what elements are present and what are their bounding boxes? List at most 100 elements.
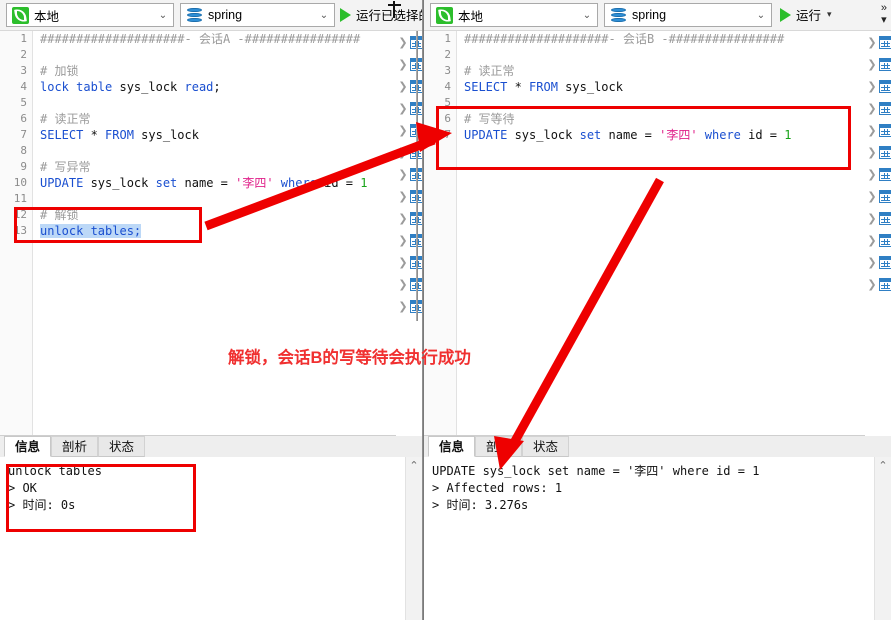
chevron-down-icon[interactable]: ⌄ xyxy=(155,10,171,21)
code-line[interactable]: SELECT * FROM sys_lock xyxy=(464,79,891,95)
code-line[interactable]: UPDATE sys_lock set name = '李四' where id… xyxy=(40,175,422,191)
chevron-right-icon[interactable]: ❯ xyxy=(865,36,879,49)
chevron-right-icon[interactable]: ❯ xyxy=(396,300,410,313)
table-tree-row[interactable]: ❯ xyxy=(396,141,422,163)
left-output-scrollbar[interactable]: ⌃ xyxy=(405,457,422,620)
code-line[interactable]: # 读正常 xyxy=(464,63,891,79)
session-b-pane: 本地 ⌄ spring ⌄ 运行 ▾ » ▾ 1234567 #########… xyxy=(424,0,891,620)
code-line[interactable] xyxy=(40,95,422,111)
chevron-down-icon[interactable]: ⌄ xyxy=(753,10,769,21)
chevron-right-icon[interactable]: ❯ xyxy=(396,212,410,225)
right-run-button[interactable]: 运行 ▾ xyxy=(780,5,832,24)
table-tree-row[interactable]: ❯ xyxy=(865,207,891,229)
results-tab-0[interactable]: 信息 xyxy=(4,436,52,457)
chevron-down-icon[interactable]: ▾ xyxy=(827,9,832,20)
table-tree-row[interactable]: ❯ xyxy=(865,31,891,53)
table-tree-row[interactable]: ❯ xyxy=(396,273,422,295)
chevron-right-icon[interactable]: ❯ xyxy=(865,124,879,137)
table-tree-row[interactable]: ❯ xyxy=(865,141,891,163)
toolbar-overflow-button[interactable]: » ▾ xyxy=(881,2,887,26)
code-line[interactable]: ####################- 会话A -#############… xyxy=(40,31,422,47)
scroll-up-icon[interactable]: ⌃ xyxy=(406,459,422,472)
chevron-right-icon[interactable]: ❯ xyxy=(865,234,879,247)
code-line[interactable]: lock table sys_lock read; xyxy=(40,79,422,95)
code-line[interactable]: SELECT * FROM sys_lock xyxy=(40,127,422,143)
right-sql-editor[interactable]: 1234567 ####################- 会话B -#####… xyxy=(424,31,891,436)
results-tab-0[interactable]: 信息 xyxy=(428,436,476,457)
left-database-combo[interactable]: spring ⌄ xyxy=(180,3,335,27)
chevron-down-icon[interactable]: ⌄ xyxy=(579,10,595,21)
code-line[interactable] xyxy=(40,191,422,207)
results-tab-2[interactable]: 状态 xyxy=(522,436,570,457)
table-tree-row[interactable]: ❯ xyxy=(396,31,422,53)
table-tree-row[interactable]: ❯ xyxy=(865,251,891,273)
code-line[interactable] xyxy=(464,47,891,63)
left-results-tabs[interactable]: 信息 剖析 状态 xyxy=(0,436,422,458)
table-tree-row[interactable]: ❯ xyxy=(865,229,891,251)
chevron-right-icon[interactable]: ❯ xyxy=(396,278,410,291)
left-table-tree-strip[interactable]: ❯ ❯ ❯ ❯ ❯ ❯ ❯ ❯ ❯ ❯ ❯ ❯ ❯ xyxy=(396,31,422,321)
table-tree-row[interactable]: ❯ xyxy=(865,53,891,75)
chevron-right-icon[interactable]: ❯ xyxy=(865,102,879,115)
right-table-tree-strip[interactable]: ❯ ❯ ❯ ❯ ❯ ❯ ❯ ❯ ❯ ❯ ❯ ❯ xyxy=(865,31,891,321)
left-inner-divider[interactable] xyxy=(416,31,418,321)
table-tree-row[interactable]: ❯ xyxy=(396,75,422,97)
chevron-right-icon[interactable]: ❯ xyxy=(865,80,879,93)
table-tree-row[interactable]: ❯ xyxy=(396,97,422,119)
chevron-right-icon[interactable]: ❯ xyxy=(396,102,410,115)
chevron-right-icon[interactable]: ❯ xyxy=(865,168,879,181)
results-tab-1[interactable]: 剖析 xyxy=(51,436,99,457)
results-tab-1[interactable]: 剖析 xyxy=(475,436,523,457)
right-output-scrollbar[interactable]: ⌃ xyxy=(874,457,891,620)
chevron-right-icon[interactable]: ❯ xyxy=(396,80,410,93)
chevron-right-icon[interactable]: ❯ xyxy=(865,212,879,225)
code-line[interactable] xyxy=(40,143,422,159)
table-tree-row[interactable]: ❯ xyxy=(865,185,891,207)
code-line[interactable] xyxy=(40,47,422,63)
table-tree-row[interactable]: ❯ xyxy=(865,163,891,185)
left-database-label: spring xyxy=(208,8,243,22)
chevron-right-icon[interactable]: ❯ xyxy=(396,168,410,181)
code-token: id = xyxy=(316,176,361,190)
right-sql-code[interactable]: ####################- 会话B -#############… xyxy=(464,31,891,436)
chevron-right-icon[interactable]: ❯ xyxy=(865,278,879,291)
right-connection-combo[interactable]: 本地 ⌄ xyxy=(430,3,598,27)
code-line[interactable]: ####################- 会话B -#############… xyxy=(464,31,891,47)
chevron-right-icon[interactable]: ❯ xyxy=(396,190,410,203)
scroll-up-icon[interactable]: ⌃ xyxy=(875,459,891,472)
table-tree-row[interactable]: ❯ xyxy=(396,251,422,273)
right-database-combo[interactable]: spring ⌄ xyxy=(604,3,772,27)
chevron-right-icon[interactable]: ❯ xyxy=(396,234,410,247)
chevron-right-icon[interactable]: ❯ xyxy=(865,190,879,203)
chevron-right-icon[interactable]: ❯ xyxy=(396,36,410,49)
table-tree-row[interactable]: ❯ xyxy=(865,273,891,295)
table-tree-row[interactable]: ❯ xyxy=(396,185,422,207)
left-run-selected-button[interactable]: 运行已选择的 xyxy=(340,5,422,24)
chevron-right-icon[interactable]: ❯ xyxy=(396,256,410,269)
overflow-caret-icon[interactable]: ▾ xyxy=(881,14,887,26)
table-tree-row[interactable]: ❯ xyxy=(396,119,422,141)
table-tree-row[interactable]: ❯ xyxy=(396,229,422,251)
table-tree-row[interactable]: ❯ xyxy=(865,119,891,141)
overflow-chevrons-icon[interactable]: » xyxy=(881,2,887,14)
code-line[interactable]: # 加锁 xyxy=(40,63,422,79)
results-tab-2[interactable]: 状态 xyxy=(98,436,146,457)
code-line[interactable]: # 读正常 xyxy=(40,111,422,127)
right-results-tabs[interactable]: 信息 剖析 状态 xyxy=(424,436,891,458)
highlight-box-left-output xyxy=(6,464,196,532)
table-tree-row[interactable]: ❯ xyxy=(396,53,422,75)
left-connection-combo[interactable]: 本地 ⌄ xyxy=(6,3,174,27)
chevron-right-icon[interactable]: ❯ xyxy=(865,58,879,71)
chevron-right-icon[interactable]: ❯ xyxy=(396,146,410,159)
table-tree-row[interactable]: ❯ xyxy=(865,75,891,97)
table-tree-row[interactable]: ❯ xyxy=(865,97,891,119)
code-line[interactable]: # 写异常 xyxy=(40,159,422,175)
chevron-right-icon[interactable]: ❯ xyxy=(396,58,410,71)
table-tree-row[interactable]: ❯ xyxy=(396,207,422,229)
chevron-right-icon[interactable]: ❯ xyxy=(865,256,879,269)
chevron-right-icon[interactable]: ❯ xyxy=(865,146,879,159)
table-tree-row[interactable]: ❯ xyxy=(396,163,422,185)
chevron-right-icon[interactable]: ❯ xyxy=(396,124,410,137)
chevron-down-icon[interactable]: ⌄ xyxy=(316,10,332,21)
table-tree-row[interactable]: ❯ xyxy=(396,295,422,317)
